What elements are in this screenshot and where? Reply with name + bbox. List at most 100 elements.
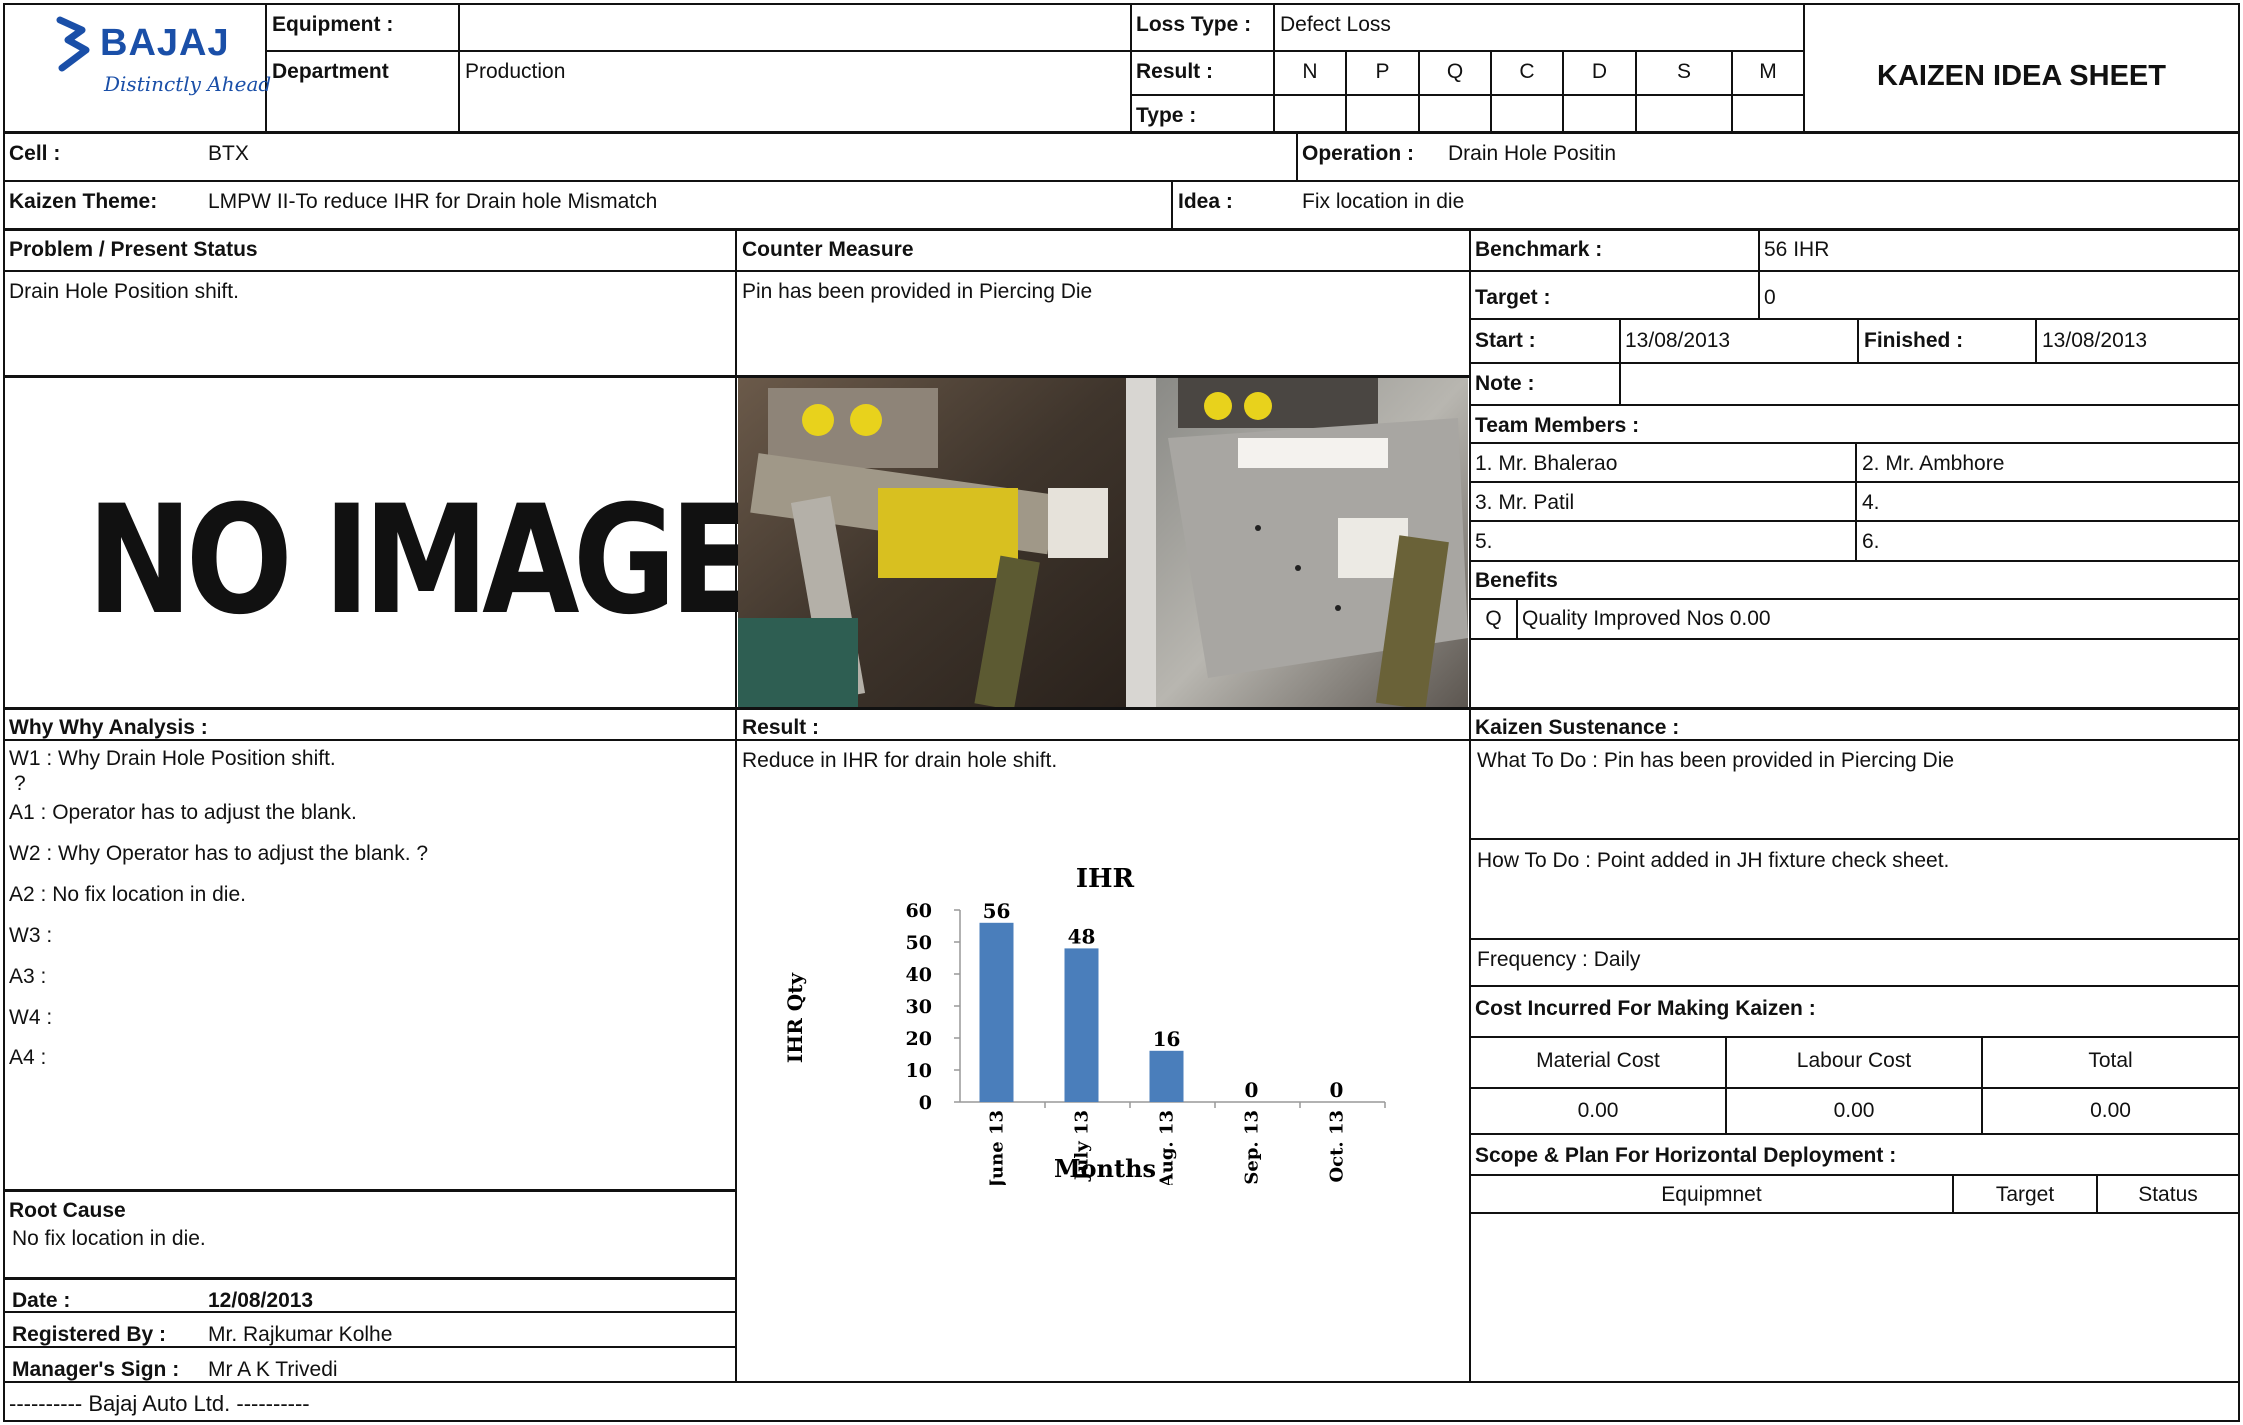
result-text: Reduce in IHR for drain hole shift. (742, 749, 1058, 772)
why-a4: A4 : (9, 1046, 47, 1069)
why-heading: Why Why Analysis : (9, 716, 208, 739)
team-member-6: 6. (1862, 530, 1880, 553)
benchmark-label: Benchmark : (1475, 238, 1603, 261)
result-code-n: N (1302, 60, 1318, 83)
why-w1-cont: ? (14, 772, 26, 795)
problem-heading: Problem / Present Status (9, 238, 258, 261)
loss-type-value: Defect Loss (1280, 13, 1391, 36)
cost-heading: Cost Incurred For Making Kaizen : (1475, 997, 1816, 1020)
team-member-4: 4. (1862, 491, 1880, 514)
bajaj-emblem-icon (56, 16, 90, 72)
labour-cost-value: 0.00 (1833, 1099, 1875, 1122)
result-code-p: P (1375, 60, 1390, 83)
why-a2: A2 : No fix location in die. (9, 883, 246, 906)
ihr-chart: IHR0102030405060 56June 1348July 1316Aug.… (783, 864, 1386, 1185)
chart-x-tick-label: Oct. 13 (1327, 1110, 1348, 1183)
sustenance-frequency: Frequency : Daily (1477, 948, 1641, 971)
note-label: Note : (1475, 372, 1535, 395)
chart-y-tick-label: 60 (906, 900, 932, 922)
manager-sign-value: Mr A K Trivedi (208, 1358, 338, 1381)
chart-bar (1064, 948, 1099, 1102)
result-code-d: D (1591, 60, 1608, 83)
chart-y-tick-label: 20 (906, 1028, 932, 1050)
loss-type-label: Loss Type : (1136, 13, 1252, 36)
finished-value: 13/08/2013 (2042, 329, 2148, 352)
result-code-m: M (1759, 60, 1777, 83)
theme-value: LMPW II-To reduce IHR for Drain hole Mis… (208, 190, 658, 213)
chart-data-label: 48 (1068, 924, 1096, 948)
target-label: Target : (1475, 286, 1551, 309)
why-w3: W3 : (9, 924, 53, 947)
why-w2: W2 : Why Operator has to adjust the blan… (9, 842, 429, 865)
chart-y-label: IHR Qty (783, 972, 807, 1063)
date-label: Date : (12, 1289, 71, 1312)
why-w4: W4 : (9, 1006, 53, 1029)
team-member-2: 2. Mr. Ambhore (1862, 452, 2005, 475)
counter-measure-photo (738, 378, 1468, 711)
chart-bar (979, 922, 1014, 1102)
idea-value: Fix location in die (1302, 190, 1465, 213)
benchmark-value: 56 IHR (1764, 238, 1830, 261)
chart-x-tick-label: Aug. 13 (1157, 1110, 1178, 1185)
benefits-label: Benefits (1475, 569, 1558, 592)
scope-equipment-header: Equipmnet (1661, 1183, 1762, 1206)
chart-bar (1149, 1050, 1184, 1102)
type-label: Type : (1136, 104, 1197, 127)
date-value: 12/08/2013 (208, 1289, 314, 1312)
team-member-3: 3. Mr. Patil (1475, 491, 1575, 514)
chart-y-tick-label: 40 (906, 964, 932, 986)
theme-label: Kaizen Theme: (9, 190, 158, 213)
sheet-title: KAIZEN IDEA SHEET (1877, 60, 2166, 92)
department-label: Department (272, 60, 389, 83)
chart-x-tick-label: June 13 (987, 1110, 1008, 1185)
equipment-label: Equipment : (272, 13, 394, 36)
team-member-1: 1. Mr. Bhalerao (1475, 452, 1618, 475)
material-cost-value: 0.00 (1577, 1099, 1619, 1122)
sustenance-what: What To Do : Pin has been provided in Pi… (1477, 749, 1955, 772)
chart-x-label: Months (1054, 1154, 1156, 1183)
target-value: 0 (1764, 286, 1776, 309)
bajaj-logo: BAJAJ Distinctly Ahead (52, 14, 271, 104)
root-cause-heading: Root Cause (9, 1199, 126, 1222)
scope-status-header: Status (2138, 1183, 2198, 1206)
result-heading: Result : (742, 716, 820, 739)
result-code-c: C (1519, 60, 1535, 83)
logo-tagline: Distinctly Ahead (104, 72, 272, 96)
team-members-label: Team Members : (1475, 414, 1640, 437)
labour-cost-header: Labour Cost (1796, 1049, 1912, 1072)
idea-label: Idea : (1178, 190, 1233, 213)
counter-text: Pin has been provided in Piercing Die (742, 280, 1093, 303)
total-cost-value: 0.00 (2090, 1099, 2131, 1122)
company-footer: ---------- Bajaj Auto Ltd. ---------- (9, 1391, 310, 1416)
result-code-s: S (1676, 60, 1691, 83)
operation-label: Operation : (1302, 142, 1415, 165)
chart-y-tick-label: 30 (906, 996, 932, 1018)
chart-data-label: 0 (1245, 1078, 1259, 1102)
why-a1: A1 : Operator has to adjust the blank. (9, 801, 357, 824)
start-value: 13/08/2013 (1625, 329, 1731, 352)
chart-data-label: 0 (1330, 1078, 1344, 1102)
total-cost-header: Total (2088, 1049, 2133, 1072)
start-label: Start : (1475, 329, 1536, 352)
chart-x-tick-label: Sep. 13 (1242, 1110, 1263, 1185)
why-w1: W1 : Why Drain Hole Position shift. (9, 747, 336, 770)
chart-y-tick-label: 10 (906, 1060, 932, 1082)
no-image-text: NO IMAGE (87, 474, 756, 648)
root-cause-text: No fix location in die. (12, 1227, 206, 1250)
chart-y-tick-label: 50 (906, 932, 932, 954)
chart-data-label: 16 (1153, 1027, 1181, 1051)
finished-label: Finished : (1864, 329, 1964, 352)
result-label: Result : (1136, 60, 1214, 83)
manager-sign-label: Manager's Sign : (12, 1358, 180, 1381)
chart-y-tick-label: 0 (919, 1092, 932, 1114)
registered-by-value: Mr. Rajkumar Kolhe (208, 1323, 393, 1346)
benefit-code: Q (1485, 607, 1502, 630)
no-image-placeholder: NO IMAGE (5, 378, 756, 706)
cell-label: Cell : (9, 142, 61, 165)
sustenance-how: How To Do : Point added in JH fixture ch… (1477, 849, 1950, 872)
scope-heading: Scope & Plan For Horizontal Deployment : (1475, 1144, 1897, 1167)
why-a3: A3 : (9, 965, 47, 988)
chart-title: IHR (1076, 864, 1135, 894)
counter-heading: Counter Measure (742, 238, 914, 261)
department-value: Production (465, 60, 566, 83)
